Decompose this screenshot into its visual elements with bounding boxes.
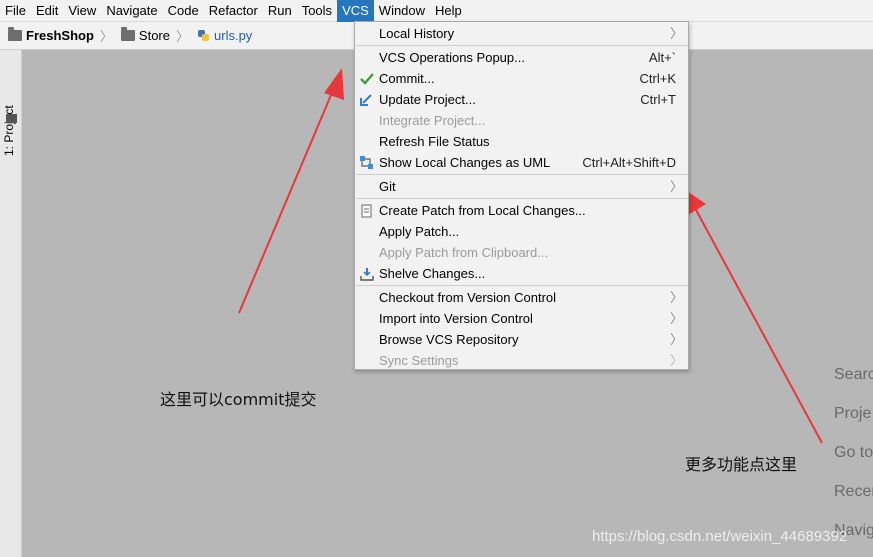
update-arrow-icon (359, 92, 374, 107)
menu-separator (356, 285, 688, 286)
menu-item-update-project[interactable]: Update Project... Ctrl+T (355, 89, 688, 110)
menu-item-sync-settings[interactable]: Sync Settings 〉 (355, 350, 688, 371)
menu-item-browse-vcs-repo[interactable]: Browse VCS Repository 〉 (355, 329, 688, 350)
chevron-right-icon: 〉 (669, 332, 683, 347)
menu-item-commit[interactable]: Commit... Ctrl+K (355, 68, 688, 89)
shelve-icon (359, 266, 374, 281)
checkmark-icon (359, 71, 374, 86)
menu-item-shelve-changes[interactable]: Shelve Changes... (355, 263, 688, 284)
chevron-right-icon: 〉 (669, 179, 683, 194)
menu-separator (356, 45, 688, 46)
chevron-right-icon: 〉 (669, 26, 683, 41)
menu-item-integrate-project[interactable]: Integrate Project... (355, 110, 688, 131)
menu-item-checkout-vc[interactable]: Checkout from Version Control 〉 (355, 287, 688, 308)
chevron-right-icon: 〉 (669, 353, 683, 368)
menu-item-create-patch[interactable]: Create Patch from Local Changes... (355, 200, 688, 221)
patch-file-icon (359, 203, 374, 218)
menu-separator (356, 174, 688, 175)
menu-item-apply-patch-clipboard[interactable]: Apply Patch from Clipboard... (355, 242, 688, 263)
menu-item-vcs-operations-popup[interactable]: VCS Operations Popup... Alt+` (355, 47, 688, 68)
menu-item-git[interactable]: Git 〉 (355, 176, 688, 197)
menu-item-apply-patch[interactable]: Apply Patch... (355, 221, 688, 242)
uml-diagram-icon (359, 155, 374, 170)
menu-item-show-local-changes-uml[interactable]: Show Local Changes as UML Ctrl+Alt+Shift… (355, 152, 688, 173)
vcs-menu: Local History 〉 VCS Operations Popup... … (354, 21, 689, 370)
chevron-right-icon: 〉 (669, 290, 683, 305)
menu-separator (356, 198, 688, 199)
arrow-git (684, 189, 823, 444)
arrow-commit (238, 68, 344, 314)
menu-item-local-history[interactable]: Local History 〉 (355, 23, 688, 44)
menu-item-import-vc[interactable]: Import into Version Control 〉 (355, 308, 688, 329)
menu-item-refresh-file-status[interactable]: Refresh File Status (355, 131, 688, 152)
chevron-right-icon: 〉 (669, 311, 683, 326)
